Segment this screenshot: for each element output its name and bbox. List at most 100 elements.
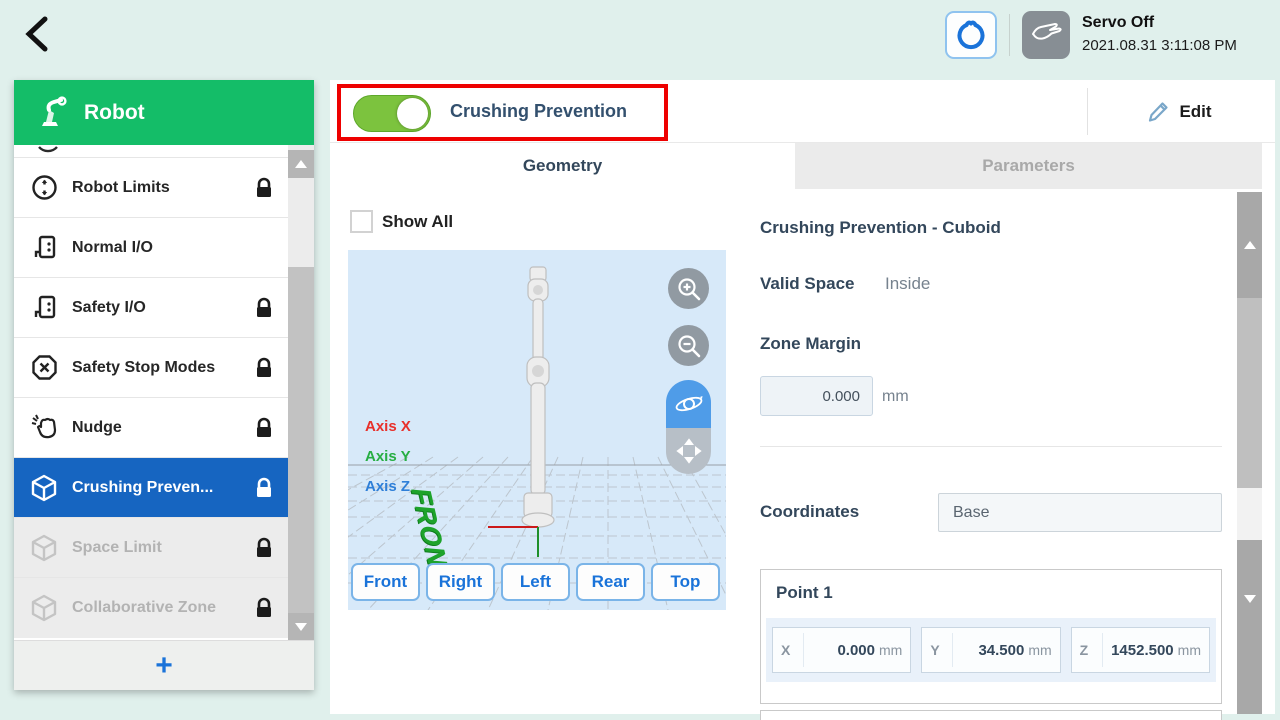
- axis-letter: Z: [1080, 642, 1098, 658]
- sidebar-item-label: Space Limit: [72, 539, 240, 557]
- toggle-label: Crushing Prevention: [450, 101, 627, 122]
- scrollbar-thumb[interactable]: [288, 267, 314, 613]
- io-icon: [30, 234, 58, 262]
- scroll-down-button[interactable]: [1237, 540, 1262, 714]
- triangle-up-icon: [295, 160, 307, 168]
- sidebar-item-label: Safety I/O: [72, 299, 240, 317]
- lock-icon: [254, 417, 274, 439]
- pan-mode-button[interactable]: [666, 428, 711, 474]
- scrollbar-thumb[interactable]: [1237, 298, 1262, 488]
- robot-3d-viewport[interactable]: Axis X Axis Y Axis Z FRONT: [348, 250, 726, 610]
- view-right-button[interactable]: Right: [426, 563, 495, 601]
- sidebar-item-collaborative-zone[interactable]: Collaborative Zone: [14, 578, 288, 638]
- triangle-up-icon: [1244, 241, 1256, 249]
- field-unit: mm: [1178, 642, 1201, 658]
- move-arrows-icon: [675, 437, 703, 465]
- sidebar-item-normal-io[interactable]: Normal I/O: [14, 218, 288, 278]
- sidebar-item-safety-stop-modes[interactable]: Safety Stop Modes: [14, 338, 288, 398]
- stop-icon: [30, 354, 58, 382]
- tab-parameters[interactable]: Parameters: [795, 143, 1262, 189]
- axis-line-z: [537, 527, 539, 557]
- zone-margin-input[interactable]: 0.000: [760, 376, 873, 416]
- gripper-power-icon: [955, 18, 987, 52]
- view-rear-button[interactable]: Rear: [576, 563, 645, 601]
- edit-button[interactable]: Edit: [1120, 95, 1240, 129]
- zone-margin-label: Zone Margin: [760, 334, 861, 354]
- point1-title: Point 1: [776, 583, 833, 603]
- sidebar-item-label: Crushing Preven...: [72, 479, 240, 497]
- view-buttons: Front Right Left Rear Top: [351, 563, 723, 601]
- nudge-icon: [30, 414, 58, 442]
- coordinates-select[interactable]: Base: [938, 493, 1222, 532]
- next-section-partial: [760, 710, 1222, 720]
- sidebar-scrollbar[interactable]: [288, 145, 314, 640]
- header-divider: [1087, 88, 1088, 135]
- plus-icon: +: [155, 651, 173, 681]
- toggle-knob: [397, 98, 428, 129]
- point1-y-field[interactable]: Y 34.500 mm: [921, 627, 1060, 673]
- valid-space-value: Inside: [885, 274, 930, 294]
- sidebar-item-label: Collaborative Zone: [72, 599, 240, 617]
- lock-icon: [254, 597, 274, 619]
- hand-icon: [1029, 20, 1063, 50]
- sidebar-item-partial[interactable]: [14, 145, 288, 158]
- magnifier-minus-icon: [676, 333, 702, 359]
- view-front-button[interactable]: Front: [351, 563, 420, 601]
- field-separator: [803, 633, 804, 667]
- panel-title: Crushing Prevention - Cuboid: [760, 218, 1001, 238]
- scroll-up-button[interactable]: [1237, 192, 1262, 298]
- field-unit: mm: [1028, 642, 1051, 658]
- axis-letter: Y: [930, 642, 948, 658]
- sidebar-item-nudge[interactable]: Nudge: [14, 398, 288, 458]
- servo-timestamp: 2021.08.31 3:11:08 PM: [1082, 37, 1237, 54]
- sidebar-item-safety-io[interactable]: Safety I/O: [14, 278, 288, 338]
- axis-line-x: [488, 526, 538, 528]
- cube-icon: [30, 594, 58, 622]
- lock-icon: [254, 357, 274, 379]
- show-all-label: Show All: [382, 212, 453, 232]
- scroll-down-button[interactable]: [288, 613, 314, 640]
- field-value: 1452.500: [1107, 642, 1174, 659]
- tab-geometry[interactable]: Geometry: [330, 143, 795, 189]
- zoom-in-button[interactable]: [668, 268, 709, 309]
- scroll-up-button[interactable]: [288, 150, 314, 178]
- sidebar: Robot Robot Limits: [14, 80, 314, 690]
- screen: { "topbar": { "servo_status": "Servo Off…: [0, 0, 1280, 714]
- field-unit: mm: [879, 642, 902, 658]
- field-separator: [1102, 633, 1103, 667]
- add-safety-zone-button[interactable]: +: [14, 640, 314, 690]
- lock-icon: [254, 537, 274, 559]
- sidebar-item-robot-limits[interactable]: Robot Limits: [14, 158, 288, 218]
- lock-icon: [254, 477, 274, 499]
- sidebar-title: Robot: [84, 101, 145, 125]
- view-top-button[interactable]: Top: [651, 563, 720, 601]
- crushing-prevention-toggle[interactable]: [353, 95, 431, 132]
- axis-letter: X: [781, 642, 799, 658]
- sidebar-item-space-limit[interactable]: Space Limit: [14, 518, 288, 578]
- rotate-mode-button[interactable]: [666, 380, 711, 428]
- field-value: 34.500: [957, 642, 1024, 659]
- servo-status: Servo Off: [1082, 14, 1154, 32]
- zone-margin-unit: mm: [882, 388, 909, 406]
- servo-power-button[interactable]: [945, 11, 997, 59]
- axis-y-label: Axis Y: [365, 448, 411, 465]
- sidebar-item-label: Nudge: [72, 419, 240, 437]
- point1-z-field[interactable]: Z 1452.500 mm: [1071, 627, 1210, 673]
- chevron-left-icon: [16, 12, 60, 56]
- robot-arm-graphic: [508, 265, 568, 540]
- hand-guide-tile[interactable]: [1022, 11, 1070, 59]
- magnifier-plus-icon: [676, 276, 702, 302]
- edit-label: Edit: [1179, 102, 1211, 122]
- zoom-out-button[interactable]: [668, 325, 709, 366]
- view-left-button[interactable]: Left: [501, 563, 570, 601]
- sidebar-item-label: Robot Limits: [72, 179, 240, 197]
- sidebar-item-crushing-prevention[interactable]: Crushing Preven...: [14, 458, 288, 518]
- point1-x-field[interactable]: X 0.000 mm: [772, 627, 911, 673]
- robot-arm-icon: [36, 96, 70, 130]
- back-button[interactable]: [16, 12, 60, 56]
- content-scrollbar[interactable]: [1237, 192, 1262, 714]
- show-all-checkbox[interactable]: [350, 210, 373, 233]
- cube-icon: [30, 474, 58, 502]
- field-value: 0.000: [808, 642, 875, 659]
- triangle-down-icon: [295, 623, 307, 631]
